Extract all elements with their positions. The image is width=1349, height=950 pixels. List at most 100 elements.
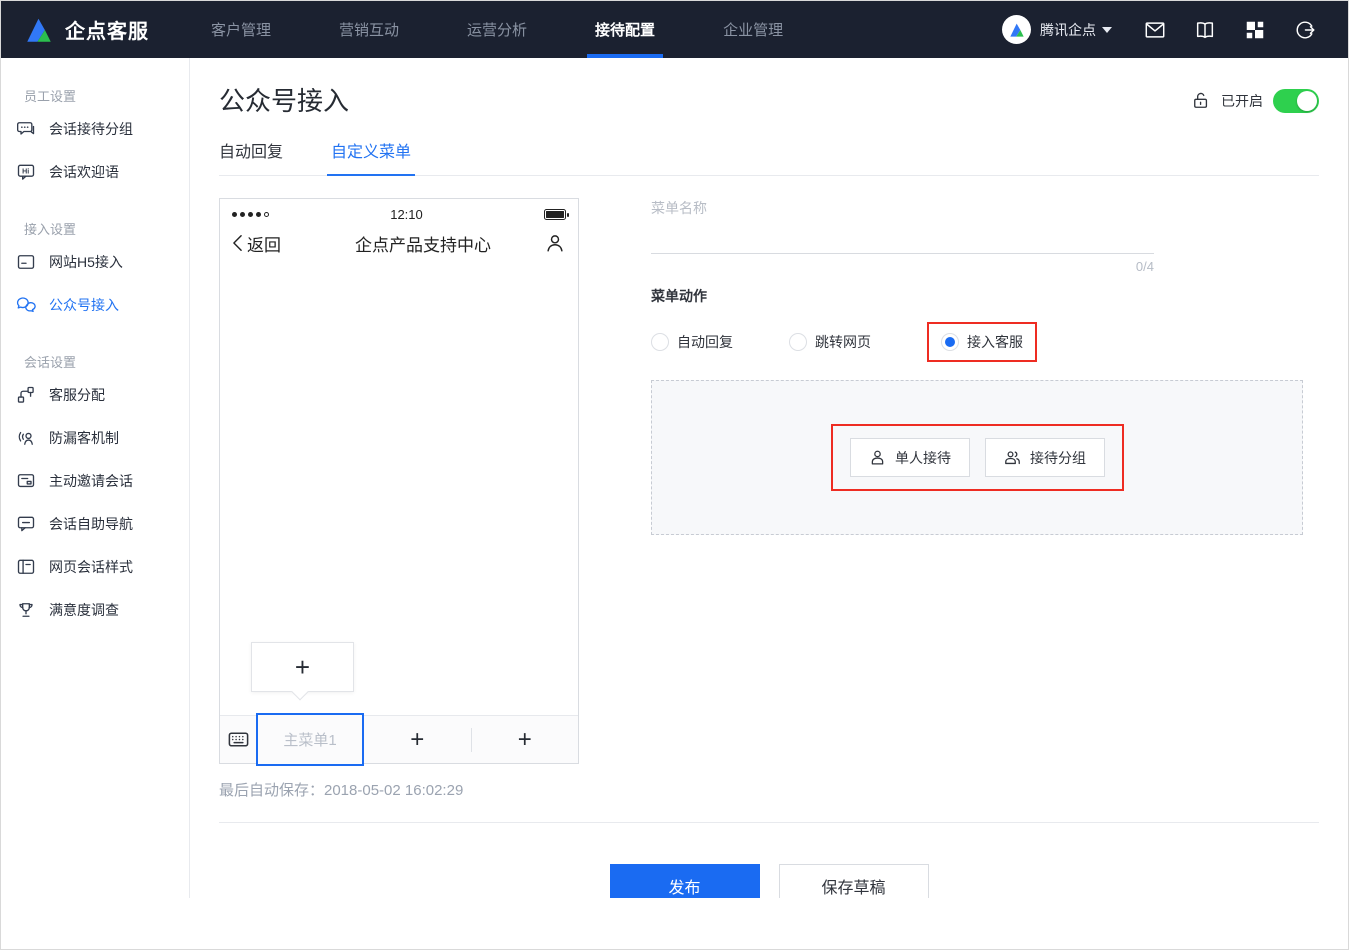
radio-checked-icon bbox=[941, 333, 959, 351]
section-title: 接入设置 bbox=[1, 199, 189, 240]
sidebar-item-label: 网页会话样式 bbox=[49, 557, 133, 577]
back-button[interactable]: 返回 bbox=[232, 231, 302, 256]
option-jump-webpage[interactable]: 跳转网页 bbox=[789, 332, 871, 352]
add-menu-2-button[interactable]: + bbox=[364, 726, 471, 754]
app-body: 员工设置 会话接待分组 Hi 会话欢迎语 接入设置 bbox=[1, 58, 1348, 898]
back-label: 返回 bbox=[247, 231, 281, 256]
option-auto-reply[interactable]: 自动回复 bbox=[651, 332, 733, 352]
bubble-lines-icon bbox=[15, 513, 37, 535]
menu-action-label: 菜单动作 bbox=[651, 286, 1319, 306]
sidebar-item-welcome-message[interactable]: Hi 会话欢迎语 bbox=[1, 150, 189, 193]
sidebar-item-label: 会话自助导航 bbox=[49, 514, 133, 534]
status-label: 已开启 bbox=[1221, 91, 1263, 111]
footer-actions: 发布 保存草稿 bbox=[219, 864, 1319, 898]
phone-statusbar: 12:10 bbox=[220, 199, 578, 224]
popup-caret bbox=[292, 684, 309, 701]
svg-text:Hi: Hi bbox=[22, 167, 29, 175]
main-menu-1-label: 主菜单1 bbox=[283, 729, 336, 750]
brand: 企点客服 bbox=[1, 14, 177, 46]
contact-person-icon[interactable] bbox=[544, 232, 566, 254]
people-group-icon bbox=[1003, 448, 1022, 467]
phone-menu-bar: 主菜单1 + + bbox=[220, 715, 578, 763]
sidebar-item-label: 公众号接入 bbox=[49, 295, 119, 315]
avatar-logo-icon bbox=[1007, 20, 1027, 40]
phone-body: + bbox=[220, 262, 578, 715]
unlock-icon bbox=[1191, 91, 1211, 111]
bottom-divider bbox=[219, 822, 1319, 823]
sidebar-item-reception-groups[interactable]: 会话接待分组 bbox=[1, 107, 189, 150]
enabled-toggle[interactable] bbox=[1273, 89, 1319, 113]
sidebar-item-leak-prevention[interactable]: 防漏客机制 bbox=[1, 416, 189, 459]
qidian-app: 企点客服 客户管理 营销互动 运营分析 接待配置 企业管理 腾讯企点 bbox=[0, 0, 1349, 950]
official-account-title: 企点产品支持中心 bbox=[302, 231, 544, 256]
sidebar: 员工设置 会话接待分组 Hi 会话欢迎语 接入设置 bbox=[1, 58, 190, 898]
phone-preview-column: 12:10 返回 企点产品支持中心 bbox=[219, 198, 579, 800]
mail-icon[interactable] bbox=[1144, 19, 1166, 41]
account-caret-down-icon[interactable] bbox=[1102, 27, 1112, 33]
tabs: 自动回复 自定义菜单 bbox=[219, 138, 1319, 176]
sidebar-item-agent-assignment[interactable]: 客服分配 bbox=[1, 373, 189, 416]
docs-book-icon[interactable] bbox=[1194, 19, 1216, 41]
agent-group-label: 接待分组 bbox=[1030, 448, 1086, 468]
option-label: 自动回复 bbox=[677, 332, 733, 352]
agent-config-panel: 单人接待 接待分组 bbox=[651, 380, 1303, 535]
account-avatar[interactable] bbox=[1002, 15, 1031, 44]
page-style-icon bbox=[15, 556, 37, 578]
sidebar-item-chat-style[interactable]: 网页会话样式 bbox=[1, 545, 189, 588]
menu-name-input[interactable] bbox=[651, 218, 1154, 254]
single-agent-button[interactable]: 单人接待 bbox=[850, 438, 970, 477]
agent-group-button[interactable]: 接待分组 bbox=[985, 438, 1105, 477]
nav-item-customer[interactable]: 客户管理 bbox=[193, 1, 289, 58]
sidebar-item-official-account[interactable]: 公众号接入 bbox=[1, 283, 189, 326]
main-content: 公众号接入 已开启 自动回复 自定义菜单 bbox=[190, 58, 1348, 898]
plus-icon: + bbox=[295, 654, 310, 680]
page-title: 公众号接入 bbox=[219, 82, 349, 120]
sidebar-item-satisfaction-survey[interactable]: 满意度调查 bbox=[1, 588, 189, 631]
sidebar-item-invite-session[interactable]: 主动邀请会话 bbox=[1, 459, 189, 502]
menu-form-panel: 菜单名称 0/4 菜单动作 自动回复 跳转网页 bbox=[651, 198, 1319, 800]
keyboard-icon[interactable] bbox=[220, 728, 256, 751]
autosave-status: 最后自动保存：2018-05-02 16:02:29 bbox=[219, 779, 579, 800]
add-menu-3-button[interactable]: + bbox=[472, 726, 579, 754]
main-menu-1-slot[interactable]: 主菜单1 bbox=[256, 713, 364, 766]
section-title: 会话设置 bbox=[1, 332, 189, 373]
top-navbar: 企点客服 客户管理 营销互动 运营分析 接待配置 企业管理 腾讯企点 bbox=[1, 1, 1348, 58]
option-label: 跳转网页 bbox=[815, 332, 871, 352]
nav-item-reception-config[interactable]: 接待配置 bbox=[577, 1, 673, 58]
single-person-icon bbox=[868, 448, 887, 467]
char-counter: 0/4 bbox=[651, 259, 1154, 274]
sidebar-item-label: 满意度调查 bbox=[49, 600, 119, 620]
sidebar-item-self-navigation[interactable]: 会话自助导航 bbox=[1, 502, 189, 545]
sidebar-item-website-h5[interactable]: 网站H5接入 bbox=[1, 240, 189, 283]
tab-auto-reply[interactable]: 自动回复 bbox=[219, 138, 283, 175]
sidebar-item-label: 会话接待分组 bbox=[49, 119, 133, 139]
section-title: 员工设置 bbox=[1, 66, 189, 107]
sidebar-item-label: 防漏客机制 bbox=[49, 428, 119, 448]
navbar-right: 腾讯企点 bbox=[1002, 15, 1348, 44]
primary-nav: 客户管理 营销互动 运营分析 接待配置 企业管理 bbox=[177, 1, 817, 58]
nav-item-analytics[interactable]: 运营分析 bbox=[449, 1, 545, 58]
assignment-nodes-icon bbox=[15, 384, 37, 406]
sidebar-item-label: 会话欢迎语 bbox=[49, 162, 119, 182]
chevron-left-icon bbox=[232, 234, 243, 252]
receive-buttons-highlight: 单人接待 接待分组 bbox=[831, 424, 1124, 491]
tab-custom-menu[interactable]: 自定义菜单 bbox=[331, 138, 411, 175]
save-draft-button[interactable]: 保存草稿 bbox=[779, 864, 929, 898]
add-submenu-popup[interactable]: + bbox=[251, 642, 354, 692]
trophy-icon bbox=[15, 599, 37, 621]
hi-bubble-icon: Hi bbox=[15, 161, 37, 183]
work-area: 12:10 返回 企点产品支持中心 bbox=[219, 198, 1319, 800]
nav-item-marketing[interactable]: 营销互动 bbox=[321, 1, 417, 58]
account-name[interactable]: 腾讯企点 bbox=[1040, 20, 1096, 40]
phone-header: 返回 企点产品支持中心 bbox=[220, 224, 578, 262]
website-window-icon bbox=[15, 251, 37, 273]
page-head: 公众号接入 已开启 bbox=[219, 82, 1319, 120]
single-agent-label: 单人接待 bbox=[895, 448, 951, 468]
wechat-bubbles-icon bbox=[15, 294, 37, 316]
option-connect-agent-highlighted[interactable]: 接入客服 bbox=[927, 322, 1037, 362]
publish-button[interactable]: 发布 bbox=[610, 864, 760, 898]
apps-grid-icon[interactable] bbox=[1244, 19, 1266, 41]
logout-icon[interactable] bbox=[1294, 19, 1316, 41]
menu-name-label: 菜单名称 bbox=[651, 198, 1319, 218]
nav-item-enterprise[interactable]: 企业管理 bbox=[705, 1, 801, 58]
